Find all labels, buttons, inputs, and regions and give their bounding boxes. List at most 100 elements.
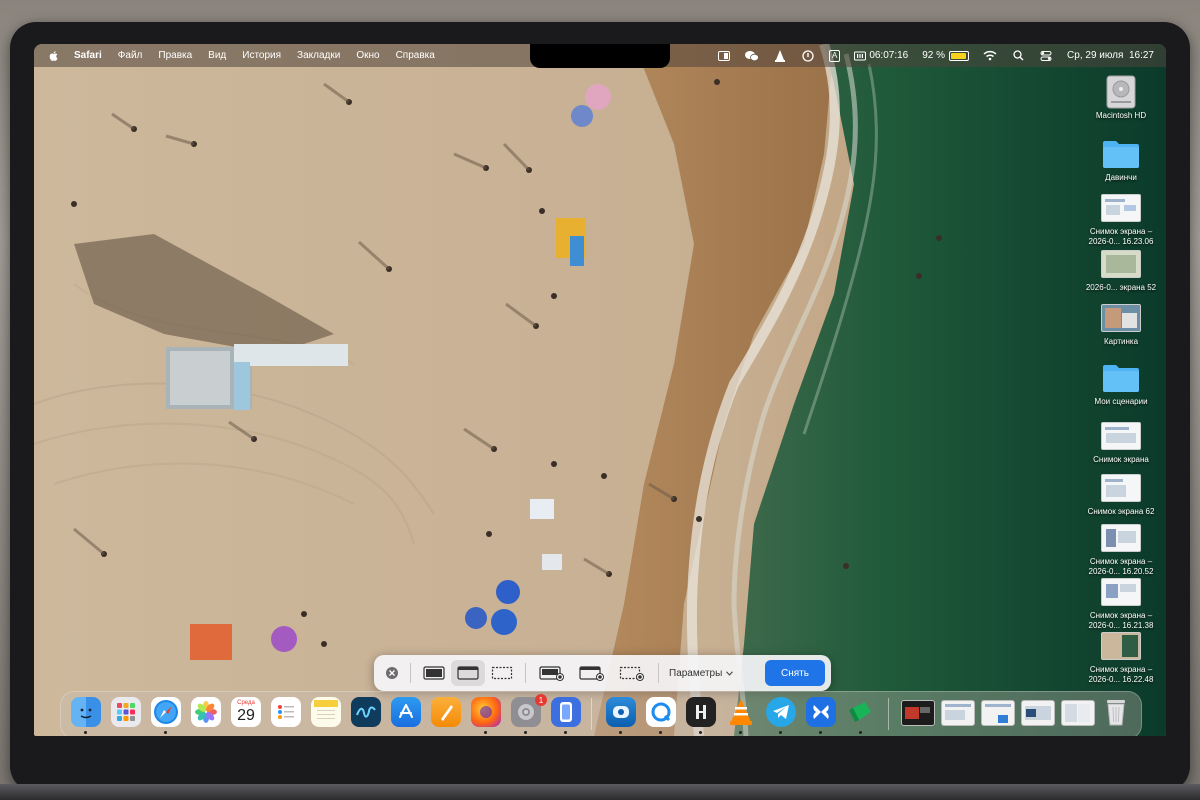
calendar-day-number: 29 [237, 707, 255, 724]
safari-icon[interactable] [151, 697, 181, 727]
screenshot-icon [1101, 194, 1141, 222]
record-selection-icon [619, 666, 644, 681]
desktop-item-label: 2026-0... экрана 52 [1085, 283, 1157, 292]
trash-icon[interactable] [1101, 697, 1131, 727]
desktop-item-label: Снимок экрана – 2026-0... 16.21.38 [1088, 611, 1154, 630]
calendar-icon[interactable]: Среда 29 [231, 697, 261, 727]
capture-options-label: Параметры [669, 667, 723, 679]
tv-mirroring-icon[interactable] [717, 50, 731, 62]
menu-view[interactable]: Вид [208, 50, 226, 61]
calendar-weekday: Среда [237, 700, 255, 706]
menu-bookmarks[interactable]: Закладки [297, 50, 340, 61]
folder-icon [1103, 365, 1139, 392]
screenshot-icon [1101, 578, 1141, 606]
desktop-item-screenshot-2[interactable]: 2026-0... экрана 52 [1076, 248, 1166, 293]
record-window-button[interactable] [572, 660, 612, 686]
hand-mirror-icon[interactable] [686, 697, 716, 727]
camera-notch [530, 44, 670, 68]
chevron-down-icon [726, 670, 734, 676]
spotlight-search-icon[interactable] [1011, 50, 1025, 62]
battery-percent: 92 % [922, 50, 946, 61]
wechat-icon[interactable] [744, 50, 759, 62]
capture-button[interactable]: Снять [765, 660, 825, 686]
recent-item-1[interactable] [901, 700, 935, 726]
close-icon [386, 667, 398, 679]
menu-help[interactable]: Справка [396, 50, 435, 61]
wifi-icon[interactable] [983, 50, 997, 62]
desktop-item-label: Macintosh HD [1095, 111, 1147, 120]
battery-status[interactable]: 92 % [922, 50, 970, 61]
desktop-item-macintosh-hd[interactable]: Macintosh HD [1076, 75, 1166, 121]
photos-icon[interactable] [191, 697, 221, 727]
desktop-item-screenshot-3[interactable]: Снимок экрана [1076, 420, 1166, 465]
menu-file[interactable]: Файл [118, 50, 143, 61]
capture-window-button[interactable] [451, 660, 485, 686]
power-icon[interactable] [801, 49, 815, 62]
desktop-wallpaper [34, 44, 1166, 736]
battery-icon [949, 50, 970, 61]
video-recording-icon [854, 51, 867, 60]
vlc-icon[interactable] [726, 697, 756, 727]
recent-item-2[interactable] [941, 700, 975, 726]
desktop-icons: Macintosh HD Давинчи Снимок экрана – 202… [1076, 72, 1166, 712]
recording-timer: 06:07:16 [869, 50, 909, 61]
pages-icon[interactable] [431, 697, 461, 727]
reminders-icon[interactable] [271, 697, 301, 727]
desktop-item-label: Снимок экрана [1093, 455, 1149, 464]
desktop-item-label: Снимок экрана – 2026-0... 16.23.06 [1088, 227, 1154, 246]
selection-icon [491, 666, 513, 680]
apple-menu-icon[interactable] [48, 49, 60, 63]
screen-recorder-icon[interactable] [606, 697, 636, 727]
desktop-item-davinci-folder[interactable]: Давинчи [1076, 138, 1166, 183]
desktop-item-label: Снимок экрана – 2026-0... 16.22.48 [1088, 665, 1154, 684]
control-center-icon[interactable] [1039, 50, 1053, 62]
menu-history[interactable]: История [242, 50, 281, 61]
cleanmymac-icon[interactable] [806, 697, 836, 727]
record-screen-icon [539, 666, 564, 681]
desktop-item-screenshot-1[interactable]: Снимок экрана – 2026-0... 16.23.06 [1076, 192, 1166, 247]
desktop-item-label: Мои сценарии [1094, 397, 1148, 406]
freeform-icon[interactable] [351, 697, 381, 727]
screen: Safari Файл Правка Вид История Закладки … [34, 44, 1166, 736]
screenshot-icon [1101, 422, 1141, 450]
firefox-icon[interactable] [471, 697, 501, 727]
hard-drive-icon [1106, 75, 1136, 109]
vlc-menu-icon[interactable] [773, 49, 787, 62]
capture-entire-screen-button[interactable] [417, 660, 451, 686]
recent-item-3[interactable] [981, 700, 1015, 726]
desktop-item-image[interactable]: Картинка [1076, 302, 1166, 347]
telegram-icon[interactable] [766, 697, 796, 727]
app-store-icon[interactable] [391, 697, 421, 727]
quicktime-icon[interactable] [646, 697, 676, 727]
dock: Среда 29 1 [60, 691, 1142, 736]
desktop-item-screenshot-6[interactable]: Снимок экрана – 2026-0... 16.21.38 [1076, 576, 1166, 631]
desktop-item-label: Снимок экрана 62 [1087, 507, 1155, 516]
menu-window[interactable]: Окно [356, 50, 379, 61]
menu-app-name[interactable]: Safari [74, 50, 102, 61]
desktop-item-screenshot-5[interactable]: Снимок экрана – 2026-0... 16.20.52 [1076, 522, 1166, 577]
iphone-mirroring-icon[interactable] [551, 697, 581, 727]
capture-selection-button[interactable] [485, 660, 519, 686]
screenshot-icon [1101, 632, 1141, 660]
settings-notification-badge: 1 [535, 694, 547, 706]
crystalfetch-icon[interactable] [846, 697, 876, 727]
recent-item-4[interactable] [1021, 700, 1055, 726]
record-selection-button[interactable] [612, 660, 652, 686]
window-icon [457, 666, 479, 680]
record-entire-screen-button[interactable] [532, 660, 572, 686]
desktop-item-scripts-folder[interactable]: Мои сценарии [1076, 362, 1166, 407]
menu-clock[interactable]: Ср, 29 июля 16:27 [1067, 50, 1154, 61]
capture-options-button[interactable]: Параметры [669, 667, 734, 679]
input-source-indicator[interactable]: A [828, 49, 841, 62]
notes-icon[interactable] [311, 697, 341, 727]
close-capture-button[interactable] [380, 660, 404, 686]
launchpad-icon[interactable] [111, 697, 141, 727]
screenshot-icon [1101, 250, 1141, 278]
menu-edit[interactable]: Правка [158, 50, 192, 61]
desktop-item-screenshot-7[interactable]: Снимок экрана – 2026-0... 16.22.48 [1076, 630, 1166, 685]
recent-item-5[interactable] [1061, 700, 1095, 726]
desktop-item-screenshot-4[interactable]: Снимок экрана 62 [1076, 472, 1166, 517]
finder-icon[interactable] [71, 697, 101, 727]
desktop-item-label: Давинчи [1105, 173, 1137, 182]
screen-recording-indicator[interactable]: 06:07:16 [854, 50, 908, 61]
